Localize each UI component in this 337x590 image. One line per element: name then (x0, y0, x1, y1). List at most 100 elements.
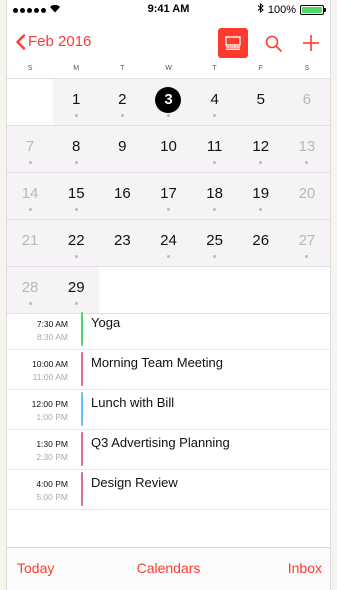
day-cell[interactable]: 15 (53, 173, 99, 219)
event-dot (28, 208, 32, 211)
weekday-label: S (27, 65, 33, 72)
day-number: 4 (210, 91, 219, 108)
event-row[interactable]: 10:00 AM 11:00 AM Morning Team Meeting (7, 350, 330, 390)
event-dot (213, 114, 217, 117)
day-cell[interactable]: 26 (238, 220, 284, 266)
event-start-time: 12:00 PM (31, 399, 68, 409)
day-cell[interactable]: 5 (238, 79, 284, 125)
event-dot (259, 208, 263, 211)
phone-screen: 9:41 AM 100% Feb 2016 S M T W T F S 1 2 … (6, 0, 331, 590)
event-dot (74, 114, 78, 117)
event-end-time: 2:30 PM (36, 452, 68, 462)
event-dot (120, 114, 124, 117)
day-number: 16 (114, 185, 131, 202)
day-cell[interactable]: 10 (145, 126, 191, 172)
day-number: 1 (72, 91, 81, 108)
event-title: Design Review (91, 475, 178, 490)
day-cell[interactable]: 8 (53, 126, 99, 172)
day-cell[interactable]: 18 (192, 173, 238, 219)
day-cell[interactable]: 16 (99, 173, 145, 219)
day-cell-empty (145, 267, 192, 313)
day-number: 19 (252, 185, 270, 202)
day-cell[interactable]: 21 (7, 220, 53, 266)
day-cell-empty (237, 267, 284, 313)
search-icon (265, 35, 282, 52)
day-cell[interactable]: 20 (284, 173, 330, 219)
add-event-button[interactable] (298, 28, 324, 58)
event-dot (305, 255, 309, 258)
event-title: Yoga (91, 315, 121, 330)
day-cell-empty (283, 267, 330, 313)
day-number: 2 (118, 91, 127, 108)
day-cell[interactable]: 29 (53, 267, 99, 313)
day-cell[interactable]: 7 (7, 126, 53, 172)
event-row[interactable]: 1:30 PM 2:30 PM Q3 Advertising Planning (7, 430, 330, 470)
day-number: 22 (67, 232, 85, 249)
weekday-label: S (304, 65, 310, 72)
event-row[interactable]: 12:00 PM 1:00 PM Lunch with Bill (7, 390, 330, 430)
day-cell[interactable]: 28 (7, 267, 53, 313)
day-cell[interactable]: 13 (284, 126, 330, 172)
day-cell[interactable]: 1 (53, 79, 99, 125)
day-number: 17 (160, 185, 177, 202)
event-title: Q3 Advertising Planning (91, 435, 230, 450)
status-bar: 9:41 AM 100% (7, 0, 330, 20)
day-number: 8 (72, 138, 81, 155)
day-number: 3 (155, 87, 182, 113)
event-row[interactable]: 4:00 PM 5:00 PM Design Review (7, 470, 330, 510)
day-cell[interactable]: 12 (238, 126, 284, 172)
inbox-button[interactable]: Inbox (288, 560, 322, 576)
day-cell[interactable]: 22 (53, 220, 99, 266)
search-button[interactable] (260, 28, 286, 58)
day-number: 11 (206, 138, 223, 155)
bluetooth-icon (257, 2, 264, 16)
event-dot (305, 161, 309, 164)
bottom-toolbar: Today Calendars Inbox (7, 547, 330, 590)
day-cell[interactable]: 24 (145, 220, 191, 266)
day-cell[interactable]: 2 (99, 79, 145, 125)
event-dot (213, 161, 217, 164)
weekday-label: T (212, 65, 217, 72)
day-cell[interactable]: 17 (145, 173, 191, 219)
calendars-button[interactable]: Calendars (7, 560, 330, 576)
day-cell[interactable]: 27 (284, 220, 330, 266)
calendar-color-bar (81, 472, 83, 506)
day-cell[interactable]: 9 (99, 126, 145, 172)
day-number: 26 (252, 232, 270, 249)
day-number: 12 (252, 138, 270, 155)
day-number: 27 (298, 232, 316, 249)
event-end-time: 5:00 PM (36, 492, 68, 502)
navigation-bar: Feb 2016 (7, 20, 330, 62)
event-end-time: 1:00 PM (36, 412, 68, 422)
day-cell[interactable]: 19 (238, 173, 284, 219)
day-number: 29 (67, 279, 85, 296)
week-row: 21 22 23 24 25 26 27 (7, 219, 330, 266)
day-number: 23 (114, 232, 131, 249)
week-row: 7 8 9 10 11 12 13 (7, 125, 330, 172)
day-cell[interactable]: 4 (192, 79, 238, 125)
event-dot (166, 255, 170, 258)
back-label: Feb 2016 (28, 33, 92, 50)
day-number: 6 (302, 91, 312, 108)
day-cell[interactable]: 25 (192, 220, 238, 266)
back-button[interactable]: Feb 2016 (15, 33, 91, 50)
day-cell[interactable]: 11 (192, 126, 238, 172)
day-number: 13 (298, 138, 316, 155)
day-number: 21 (21, 232, 39, 249)
day-cell-today[interactable]: 3 (145, 79, 191, 125)
event-dot (166, 208, 170, 211)
event-title: Lunch with Bill (91, 395, 175, 410)
list-view-toggle-button[interactable] (218, 28, 248, 58)
event-end-time: 11:00 AM (32, 372, 68, 382)
event-dot (74, 302, 78, 305)
day-number: 14 (21, 185, 39, 202)
day-number: 28 (21, 279, 39, 296)
calendar-color-bar (81, 352, 83, 386)
day-cell[interactable]: 23 (99, 220, 145, 266)
day-cell[interactable]: 14 (7, 173, 53, 219)
event-dot (259, 161, 263, 164)
event-row[interactable]: 7:30 AM 8:30 AM Yoga (7, 310, 330, 350)
day-number: 9 (118, 138, 127, 155)
event-title: Morning Team Meeting (91, 355, 223, 370)
day-cell[interactable]: 6 (284, 79, 330, 125)
